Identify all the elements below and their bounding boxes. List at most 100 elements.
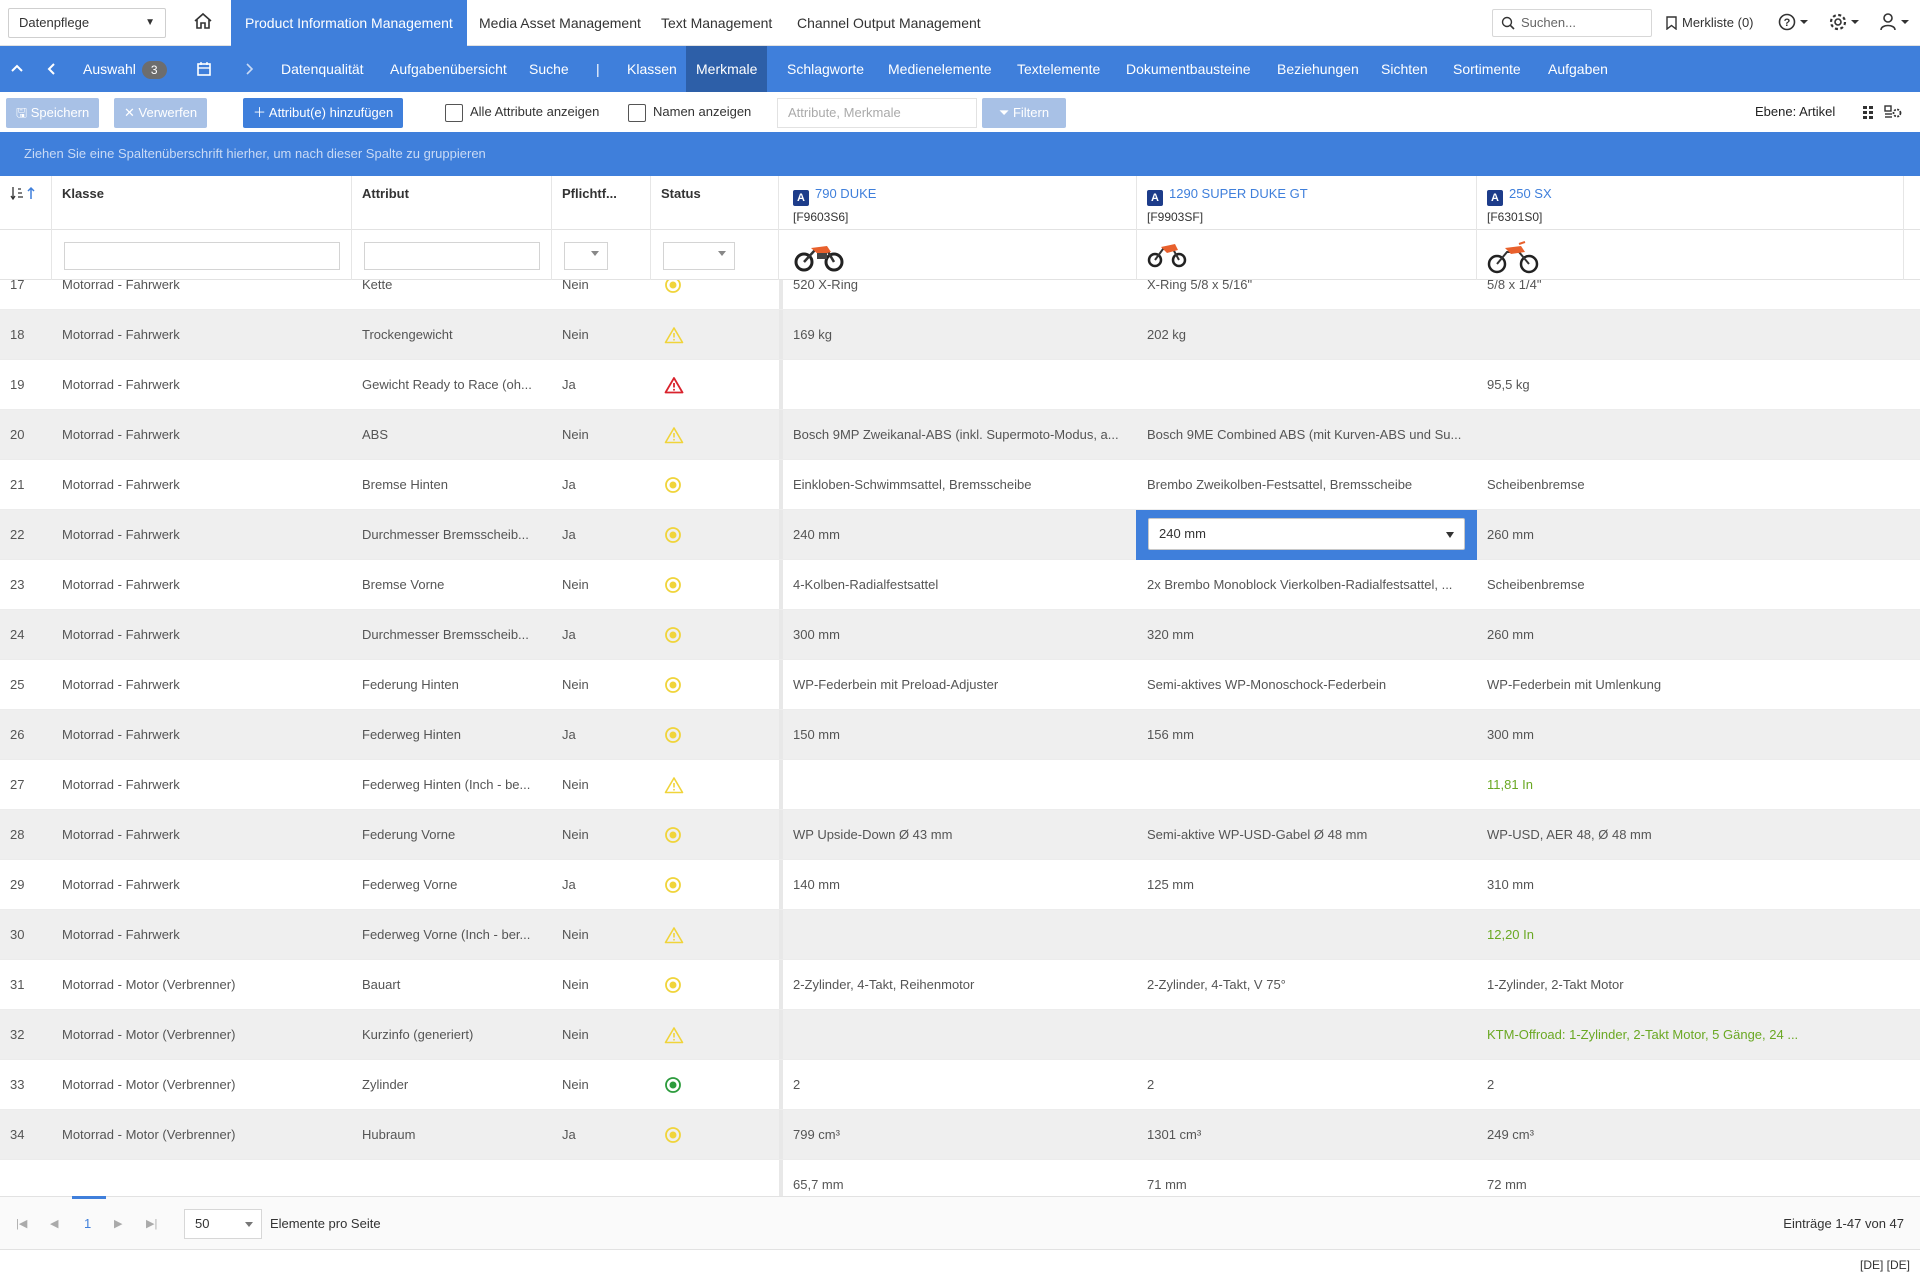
table-row[interactable]: 26 Motorrad - Fahrwerk Federweg Hinten Ja 15… xyxy=(0,710,1920,760)
cell-value-product-1[interactable] xyxy=(783,760,1137,810)
product-name[interactable]: 1290 SUPER DUKE GT xyxy=(1169,186,1308,201)
next-page-icon[interactable]: ▶ xyxy=(114,1217,122,1230)
cell-value-product-1[interactable]: WP Upside-Down Ø 43 mm xyxy=(783,810,1137,860)
table-row[interactable]: 33 Motorrad - Motor (Verbrenner) Zylinder N… xyxy=(0,1060,1920,1110)
cell-value-product-1[interactable]: 2 xyxy=(783,1060,1137,1110)
cell-value-product-3[interactable] xyxy=(1477,310,1904,360)
cell-value-product-3[interactable] xyxy=(1477,410,1904,460)
table-row[interactable]: 27 Motorrad - Fahrwerk Federweg Hinten (In… xyxy=(0,760,1920,810)
chevron-left-icon[interactable] xyxy=(43,60,61,78)
cell-value-product-1[interactable]: 140 mm xyxy=(783,860,1137,910)
cell-value-product-1[interactable]: 4-Kolben-Radialfestsattel xyxy=(783,560,1137,610)
sort-toggle[interactable] xyxy=(0,176,52,230)
motorcycle-thumbnail-1290-super-duke-gt[interactable] xyxy=(1147,240,1187,268)
cell-value-product-3[interactable]: 2 xyxy=(1477,1060,1904,1110)
table-row[interactable]: 34 Motorrad - Motor (Verbrenner) Hubraum Ja… xyxy=(0,1110,1920,1160)
cell-value-product-2[interactable]: Semi-aktive WP-USD-Gabel Ø 48 mm xyxy=(1137,810,1477,860)
cell-value-product-2[interactable]: Bosch 9ME Combined ABS (mit Kurven-ABS u… xyxy=(1137,410,1477,460)
cell-value-product-3[interactable]: 1-Zylinder, 2-Takt Motor xyxy=(1477,960,1904,1010)
help-menu[interactable]: ? xyxy=(1778,12,1812,34)
cell-value-product-2[interactable]: 2 xyxy=(1137,1060,1477,1110)
cell-value-product-3[interactable]: 310 mm xyxy=(1477,860,1904,910)
discard-button[interactable]: ✕ Verwerfen xyxy=(114,98,208,128)
chevron-up-icon[interactable] xyxy=(8,60,26,78)
auswahl-button[interactable]: Auswahl 3 xyxy=(73,46,177,92)
table-row[interactable]: 20 Motorrad - Fahrwerk ABS Nein Bosch 9MP Zw… xyxy=(0,410,1920,460)
cell-value-product-3[interactable]: 12,20 In xyxy=(1477,910,1904,960)
column-header-pflichtfeld[interactable]: Pflichtf... xyxy=(552,176,651,230)
cell-value-product-1[interactable]: 300 mm xyxy=(783,610,1137,660)
app-tab-channel[interactable]: Channel Output Management xyxy=(783,0,995,46)
cell-value-product-1[interactable]: WP-Federbein mit Preload-Adjuster xyxy=(783,660,1137,710)
app-tab-pim[interactable]: Product Information Management xyxy=(231,0,467,46)
column-header-attribut[interactable]: Attribut xyxy=(352,176,552,230)
cell-value-product-3[interactable]: WP-USD, AER 48, Ø 48 mm xyxy=(1477,810,1904,860)
app-tab-mam[interactable]: Media Asset Management xyxy=(465,0,655,46)
cell-value-product-2[interactable] xyxy=(1137,910,1477,960)
calendar-icon[interactable] xyxy=(195,60,213,78)
app-tab-text[interactable]: Text Management xyxy=(647,0,786,46)
motorcycle-thumbnail-250-sx[interactable] xyxy=(1487,240,1539,274)
prev-page-icon[interactable]: ◀ xyxy=(50,1217,58,1230)
cell-value-product-3[interactable]: KTM-Offroad: 1-Zylinder, 2-Takt Motor, 5… xyxy=(1477,1010,1904,1060)
cell-value-product-1[interactable] xyxy=(783,910,1137,960)
filter-button[interactable]: ⏷ Filtern xyxy=(982,98,1066,128)
cell-value-product-1[interactable]: 150 mm xyxy=(783,710,1137,760)
klasse-filter-input[interactable] xyxy=(64,242,340,270)
last-page-icon[interactable]: ▶| xyxy=(146,1217,157,1230)
column-header-klasse[interactable]: Klasse xyxy=(52,176,352,230)
nav-item-klassen[interactable]: Klassen xyxy=(617,46,687,92)
context-select[interactable]: Datenpflege ▼ xyxy=(8,8,166,38)
cell-value-product-1[interactable]: 799 cm³ xyxy=(783,1110,1137,1160)
page-size-select[interactable]: 50 xyxy=(184,1209,262,1239)
column-header-product-3[interactable]: A 250 SX [F6301S0] xyxy=(1477,176,1904,230)
cell-value-product-2[interactable] xyxy=(1137,1010,1477,1060)
cell-value-product-1[interactable]: 520 X-Ring xyxy=(783,280,1137,310)
add-attribute-button[interactable]: ＋ Attribut(e) hinzufügen xyxy=(243,98,404,128)
cell-value-product-2[interactable]: 1301 cm³ xyxy=(1137,1110,1477,1160)
cell-value-product-2[interactable]: X-Ring 5/8 x 5/16" xyxy=(1137,280,1477,310)
nav-item-textelemente[interactable]: Textelemente xyxy=(1007,46,1110,92)
cell-value-product-3[interactable]: 300 mm xyxy=(1477,710,1904,760)
table-row[interactable]: 25 Motorrad - Fahrwerk Federung Hinten Nein… xyxy=(0,660,1920,710)
current-page-number[interactable]: 1 xyxy=(84,1197,91,1251)
cell-value-product-1[interactable]: 169 kg xyxy=(783,310,1137,360)
nav-item-aufgaben[interactable]: Aufgaben xyxy=(1538,46,1618,92)
nav-item-medienelemente[interactable]: Medienelemente xyxy=(878,46,1002,92)
table-row[interactable]: 19 Motorrad - Fahrwerk Gewicht Ready to Ra… xyxy=(0,360,1920,410)
show-names-checkbox[interactable] xyxy=(628,104,646,122)
cell-value-product-2[interactable]: 202 kg xyxy=(1137,310,1477,360)
nav-item-merkmale[interactable]: Merkmale xyxy=(686,46,768,92)
nav-item-beziehungen[interactable]: Beziehungen xyxy=(1267,46,1369,92)
table-row[interactable]: 24 Motorrad - Fahrwerk Durchmesser Bremssc… xyxy=(0,610,1920,660)
settings-menu[interactable] xyxy=(1829,12,1863,34)
chevron-right-icon[interactable] xyxy=(240,60,258,78)
table-row[interactable]: 28 Motorrad - Fahrwerk Federung Vorne Nein W… xyxy=(0,810,1920,860)
group-drop-area[interactable]: Ziehen Sie eine Spaltenüberschrift hierh… xyxy=(0,132,1920,176)
status-filter-select[interactable] xyxy=(663,242,735,270)
attribute-filter-input[interactable]: Attribute, Merkmale xyxy=(777,98,977,128)
table-row[interactable]: 29 Motorrad - Fahrwerk Federweg Vorne Ja 140… xyxy=(0,860,1920,910)
first-page-icon[interactable]: |◀ xyxy=(16,1217,27,1230)
table-row[interactable]: 21 Motorrad - Fahrwerk Bremse Hinten Ja Eink… xyxy=(0,460,1920,510)
cell-value-product-2[interactable]: 320 mm xyxy=(1137,610,1477,660)
grid-view-icon[interactable] xyxy=(1862,105,1874,119)
column-header-product-2[interactable]: A 1290 SUPER DUKE GT [F9903SF] xyxy=(1137,176,1477,230)
home-button[interactable] xyxy=(188,11,218,35)
nav-item-sortimente[interactable]: Sortimente xyxy=(1443,46,1531,92)
cell-value-product-2[interactable]: 2x Brembo Monoblock Vierkolben-Radialfes… xyxy=(1137,560,1477,610)
cell-value-product-2[interactable]: Brembo Zweikolben-Festsattel, Bremsschei… xyxy=(1137,460,1477,510)
cell-value-product-3[interactable]: 260 mm xyxy=(1477,610,1904,660)
user-menu[interactable] xyxy=(1879,12,1913,34)
cell-value-product-2[interactable]: Semi-aktives WP-Monoschock-Federbein xyxy=(1137,660,1477,710)
cell-value-product-3[interactable]: 11,81 In xyxy=(1477,760,1904,810)
cell-value-product-1[interactable] xyxy=(783,1010,1137,1060)
nav-item-datenqualitaet[interactable]: Datenqualität xyxy=(271,46,374,92)
show-all-attributes-checkbox[interactable] xyxy=(445,104,463,122)
table-row[interactable]: 65,7 mm 71 mm 72 mm xyxy=(0,1160,1920,1196)
table-row[interactable]: 31 Motorrad - Motor (Verbrenner) Bauart Nei… xyxy=(0,960,1920,1010)
cell-value-product-3[interactable]: 5/8 x 1/4" xyxy=(1477,280,1904,310)
cell-value-product-3[interactable]: 249 cm³ xyxy=(1477,1110,1904,1160)
cell-value-product-3[interactable]: 95,5 kg xyxy=(1477,360,1904,410)
column-header-product-1[interactable]: A 790 DUKE [F9603S6] xyxy=(783,176,1137,230)
